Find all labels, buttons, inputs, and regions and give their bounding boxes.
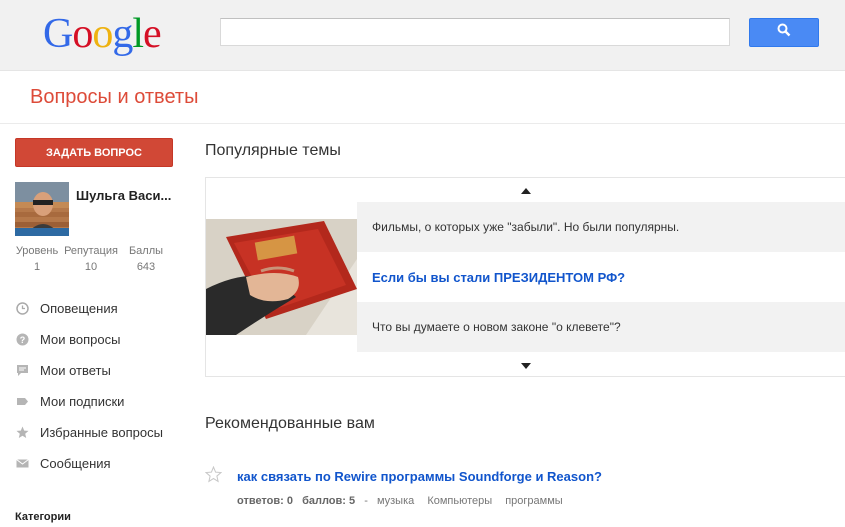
sidebar-item-subscriptions[interactable]: Мои подписки bbox=[15, 386, 163, 417]
sidebar-item-notifications[interactable]: Оповещения bbox=[15, 293, 163, 324]
tag-link[interactable]: музыка bbox=[377, 495, 414, 507]
sidebar-item-label: Мои ответы bbox=[40, 363, 111, 378]
search-icon bbox=[777, 23, 791, 42]
sidebar-nav: Оповещения ? Мои вопросы Мои ответы Мои … bbox=[15, 293, 163, 479]
topic-item[interactable]: Если бы вы стали ПРЕЗИДЕНТОМ РФ? bbox=[357, 252, 845, 302]
mail-icon bbox=[15, 457, 29, 471]
sidebar-item-label: Мои подписки bbox=[40, 394, 125, 409]
svg-text:?: ? bbox=[19, 335, 25, 345]
sidebar-item-messages[interactable]: Сообщения bbox=[15, 448, 163, 479]
sidebar-item-my-answers[interactable]: Мои ответы bbox=[15, 355, 163, 386]
arrow-up-icon bbox=[521, 181, 531, 199]
answers-label: ответов: bbox=[237, 495, 284, 507]
tag-link[interactable]: программы bbox=[505, 495, 562, 507]
sidebar-item-my-questions[interactable]: ? Мои вопросы bbox=[15, 324, 163, 355]
topic-image[interactable] bbox=[206, 219, 357, 335]
user-name[interactable]: Шульга Васи... bbox=[76, 188, 171, 203]
ask-question-button[interactable]: ЗАДАТЬ ВОПРОС bbox=[15, 138, 173, 167]
tag-link[interactable]: Компьютеры bbox=[427, 495, 492, 507]
popular-topics-heading: Популярные темы bbox=[205, 142, 341, 159]
stat-label: Баллы bbox=[128, 245, 164, 257]
question-meta: ответов: 0 баллов: 5 - музыка Компьютеры… bbox=[237, 495, 563, 507]
stat-value: 643 bbox=[136, 261, 156, 273]
stat-reputation: Репутация 10 bbox=[63, 245, 119, 273]
meta-separator: - bbox=[364, 495, 368, 507]
label-icon bbox=[15, 395, 29, 409]
answers-count: 0 bbox=[286, 495, 293, 507]
sidebar-item-label: Мои вопросы bbox=[40, 332, 121, 347]
star-icon bbox=[15, 426, 29, 440]
logo-letter: o bbox=[92, 11, 113, 57]
stat-level: Уровень 1 bbox=[15, 245, 59, 273]
stat-points: Баллы 643 bbox=[126, 245, 166, 273]
popular-topics-carousel: Фильмы, о которых уже "забыли". Но были … bbox=[205, 177, 845, 377]
question-title[interactable]: как связать по Rewire программы Soundfor… bbox=[237, 469, 602, 484]
logo-letter: e bbox=[143, 11, 162, 57]
clock-icon bbox=[15, 302, 29, 316]
logo-letter: g bbox=[112, 11, 133, 57]
arrow-down-icon bbox=[521, 356, 531, 374]
points-label: баллов: bbox=[302, 495, 346, 507]
logo-letter: o bbox=[72, 11, 93, 57]
sidebar-item-label: Избранные вопросы bbox=[40, 425, 163, 440]
page-title[interactable]: Вопросы и ответы bbox=[30, 86, 198, 109]
avatar[interactable] bbox=[15, 182, 69, 236]
logo-letter: l bbox=[132, 11, 144, 57]
topic-item[interactable]: Что вы думаете о новом законе "о клевете… bbox=[357, 302, 845, 352]
logo-letter: G bbox=[43, 11, 73, 57]
sidebar-item-label: Сообщения bbox=[40, 456, 111, 471]
points-count: 5 bbox=[349, 495, 356, 507]
stat-label: Репутация bbox=[64, 245, 118, 257]
categories-heading: Категории bbox=[15, 511, 71, 523]
stat-value: 10 bbox=[84, 261, 98, 273]
stat-label: Уровень bbox=[15, 245, 59, 257]
search-button[interactable] bbox=[749, 18, 819, 47]
carousel-up-button[interactable] bbox=[206, 178, 845, 202]
topic-item[interactable]: Фильмы, о которых уже "забыли". Но были … bbox=[357, 202, 845, 252]
recommended-heading: Рекомендованные вам bbox=[205, 415, 375, 432]
question-icon: ? bbox=[15, 333, 29, 347]
sidebar-item-label: Оповещения bbox=[40, 301, 118, 316]
google-logo[interactable]: Google bbox=[43, 11, 162, 57]
search-input[interactable] bbox=[220, 18, 730, 46]
comment-icon bbox=[15, 364, 29, 378]
sidebar-item-favorites[interactable]: Избранные вопросы bbox=[15, 417, 163, 448]
carousel-down-button[interactable] bbox=[206, 353, 845, 377]
star-icon[interactable] bbox=[204, 465, 223, 488]
stat-value: 1 bbox=[33, 261, 41, 273]
